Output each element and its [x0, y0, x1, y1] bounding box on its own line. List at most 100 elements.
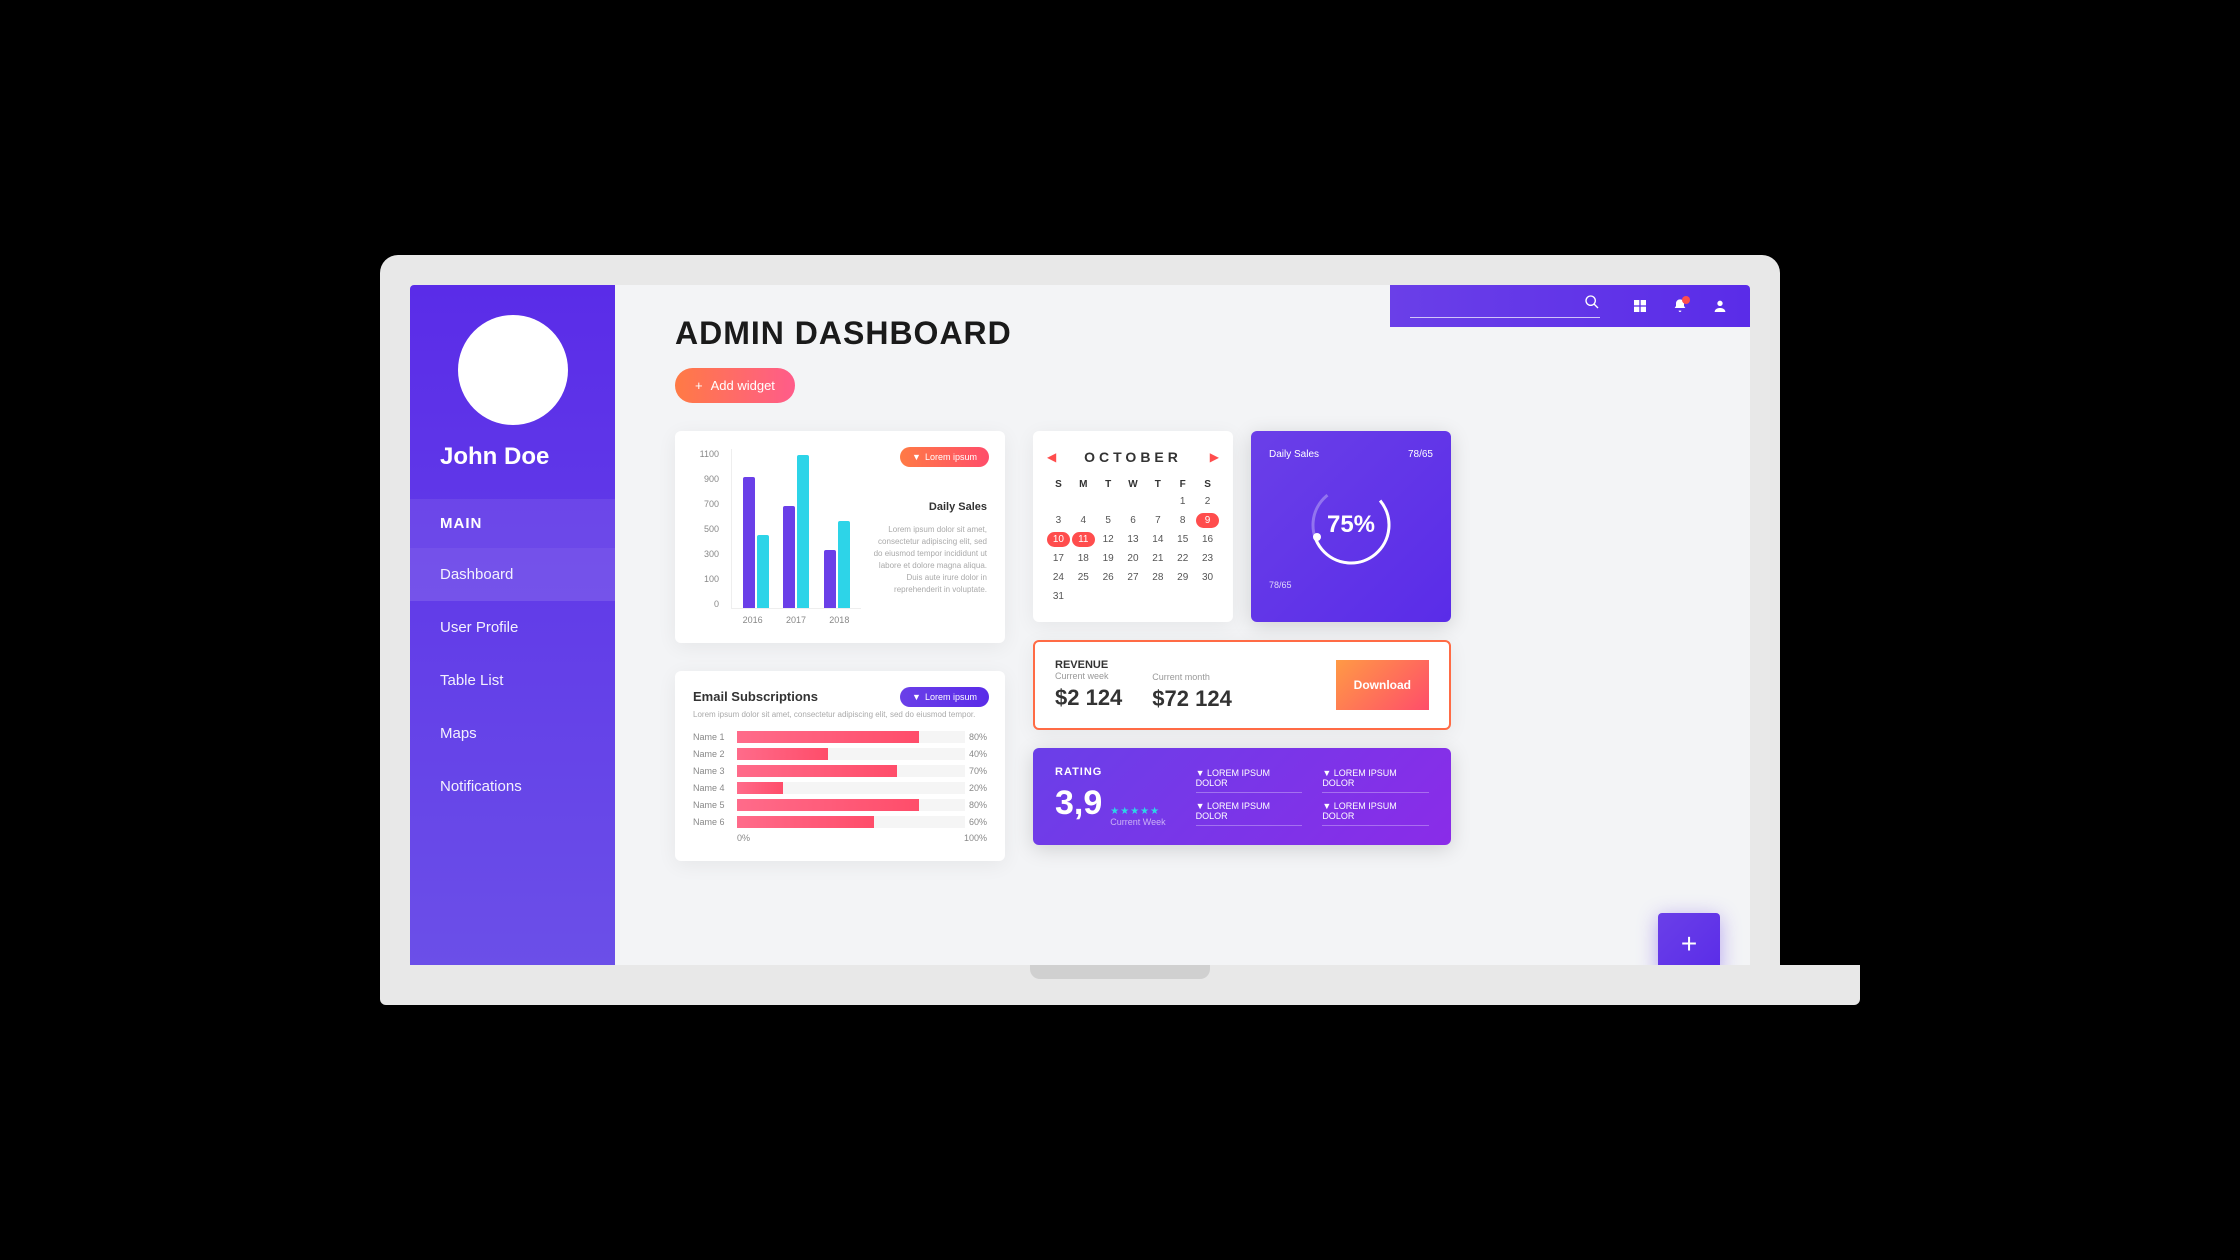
bell-icon[interactable] — [1660, 286, 1700, 326]
calendar-day[interactable]: 28 — [1146, 570, 1169, 585]
gauge-title: Daily Sales — [1269, 449, 1319, 460]
username: John Doe — [410, 443, 615, 471]
calendar-day[interactable]: 11 — [1072, 532, 1095, 547]
user-icon[interactable] — [1700, 286, 1740, 326]
calendar-day[interactable]: 1 — [1171, 494, 1194, 509]
calendar-prev-icon[interactable]: ◀ — [1047, 450, 1056, 464]
hbar-row: Name 2 40% — [693, 748, 987, 760]
calendar-day[interactable]: 3 — [1047, 513, 1070, 528]
bar — [783, 506, 795, 608]
hbar-value: 60% — [969, 817, 987, 827]
avatar[interactable] — [458, 315, 568, 425]
calendar-dow: T — [1146, 479, 1169, 490]
add-widget-label: Add widget — [711, 378, 775, 393]
hbar-row: Name 5 80% — [693, 799, 987, 811]
calendar-dow: S — [1047, 479, 1070, 490]
calendar-day[interactable]: 29 — [1171, 570, 1194, 585]
calendar-day[interactable]: 7 — [1146, 513, 1169, 528]
calendar-day[interactable]: 5 — [1097, 513, 1120, 528]
bar — [743, 477, 755, 608]
calendar-day[interactable]: 2 — [1196, 494, 1219, 509]
calendar-day[interactable]: 8 — [1171, 513, 1194, 528]
calendar-dow: S — [1196, 479, 1219, 490]
calendar-day[interactable]: 23 — [1196, 551, 1219, 566]
revenue-card: REVENUE Current week $2 124 Current mont… — [1033, 640, 1451, 730]
calendar-day[interactable]: 10 — [1047, 532, 1070, 547]
hbar-row: Name 3 70% — [693, 765, 987, 777]
sidebar-item-notifications[interactable]: Notifications — [410, 760, 615, 813]
bar-chart-xaxis: 201620172018 — [731, 615, 861, 625]
sidebar-item-dashboard[interactable]: Dashboard — [410, 548, 615, 601]
hbar-label: Name 3 — [693, 766, 737, 776]
calendar-day[interactable]: 17 — [1047, 551, 1070, 566]
calendar-day[interactable]: 27 — [1122, 570, 1145, 585]
email-card-subtext: Lorem ipsum dolor sit amet, consectetur … — [693, 710, 987, 719]
rating-card: RATING 3,9 ★★★★★ Current Week ▼ LOREM IP… — [1033, 748, 1451, 845]
hbar-row: Name 6 60% — [693, 816, 987, 828]
calendar-day[interactable]: 30 — [1196, 570, 1219, 585]
search-input[interactable] — [1410, 298, 1584, 312]
hbar-value: 20% — [969, 783, 987, 793]
calendar-next-icon[interactable]: ▶ — [1210, 450, 1219, 464]
notification-badge — [1682, 296, 1690, 304]
sidebar-item-table-list[interactable]: Table List — [410, 654, 615, 707]
grid-icon[interactable] — [1620, 286, 1660, 326]
calendar-day[interactable]: 31 — [1047, 589, 1070, 604]
calendar-day[interactable]: 6 — [1122, 513, 1145, 528]
revenue-week-label: Current week — [1055, 671, 1122, 681]
search-icon[interactable] — [1584, 294, 1600, 315]
sidebar-item-maps[interactable]: Maps — [410, 707, 615, 760]
fab-add-button[interactable]: + — [1658, 913, 1720, 965]
calendar-day[interactable]: 4 — [1072, 513, 1095, 528]
bar-chart-pill[interactable]: ▼ Lorem ipsum — [900, 447, 989, 467]
hbar-value: 40% — [969, 749, 987, 759]
download-button[interactable]: Download — [1336, 660, 1429, 710]
hbar-label: Name 1 — [693, 732, 737, 742]
calendar-day[interactable]: 9 — [1196, 513, 1219, 528]
calendar-day[interactable]: 12 — [1097, 532, 1120, 547]
gauge-arc-icon — [1301, 475, 1401, 575]
hbar-label: Name 6 — [693, 817, 737, 827]
hbar-label: Name 2 — [693, 749, 737, 759]
calendar-day[interactable]: 15 — [1171, 532, 1194, 547]
rating-link[interactable]: ▼ LOREM IPSUM DOLOR — [1196, 801, 1303, 826]
daily-sales-bar-card: ▼ Lorem ipsum 11009007005003001000 Daily… — [675, 431, 1005, 643]
calendar-day[interactable]: 14 — [1146, 532, 1169, 547]
bar-chart-side-title: Daily Sales — [873, 499, 987, 516]
calendar-day[interactable]: 20 — [1122, 551, 1145, 566]
calendar-day[interactable]: 16 — [1196, 532, 1219, 547]
calendar-day[interactable]: 25 — [1072, 570, 1095, 585]
hbar-axis-min: 0% — [737, 833, 750, 843]
email-chart-pill[interactable]: ▼ Lorem ipsum — [900, 687, 989, 707]
revenue-week-value: $2 124 — [1055, 685, 1122, 711]
calendar-dow: F — [1171, 479, 1194, 490]
calendar-day[interactable]: 21 — [1146, 551, 1169, 566]
rating-link[interactable]: ▼ LOREM IPSUM DOLOR — [1322, 768, 1429, 793]
calendar-day[interactable]: 18 — [1072, 551, 1095, 566]
calendar-day[interactable]: 24 — [1047, 570, 1070, 585]
hbar-axis-max: 100% — [964, 833, 987, 843]
hbar-value: 70% — [969, 766, 987, 776]
calendar-dow: W — [1122, 479, 1145, 490]
add-widget-button[interactable]: + Add widget — [675, 368, 795, 403]
gauge-meta-top: 78/65 — [1408, 449, 1433, 460]
bar-chart-side-text: Lorem ipsum dolor sit amet, consectetur … — [873, 524, 987, 596]
calendar-day[interactable]: 22 — [1171, 551, 1194, 566]
search-wrap — [1410, 294, 1600, 318]
bar-chart-yaxis: 11009007005003001000 — [693, 449, 719, 609]
calendar-card: ◀ OCTOBER ▶ SMTWTFS123456789101112131415… — [1033, 431, 1233, 622]
rating-value: 3,9 — [1055, 784, 1102, 823]
calendar-day[interactable]: 26 — [1097, 570, 1120, 585]
rating-link[interactable]: ▼ LOREM IPSUM DOLOR — [1196, 768, 1303, 793]
revenue-month-label: Current month — [1152, 672, 1232, 682]
rating-link[interactable]: ▼ LOREM IPSUM DOLOR — [1322, 801, 1429, 826]
sidebar: John Doe MAIN DashboardUser ProfileTable… — [410, 285, 615, 965]
revenue-title: REVENUE — [1055, 659, 1122, 671]
email-hbar-plot: Name 1 80%Name 2 40%Name 3 70%Name 4 20%… — [693, 731, 987, 828]
hbar-value: 80% — [969, 732, 987, 742]
stars-icon: ★★★★★ — [1110, 806, 1165, 817]
sidebar-item-user-profile[interactable]: User Profile — [410, 601, 615, 654]
bar — [757, 535, 769, 608]
calendar-day[interactable]: 13 — [1122, 532, 1145, 547]
calendar-day[interactable]: 19 — [1097, 551, 1120, 566]
